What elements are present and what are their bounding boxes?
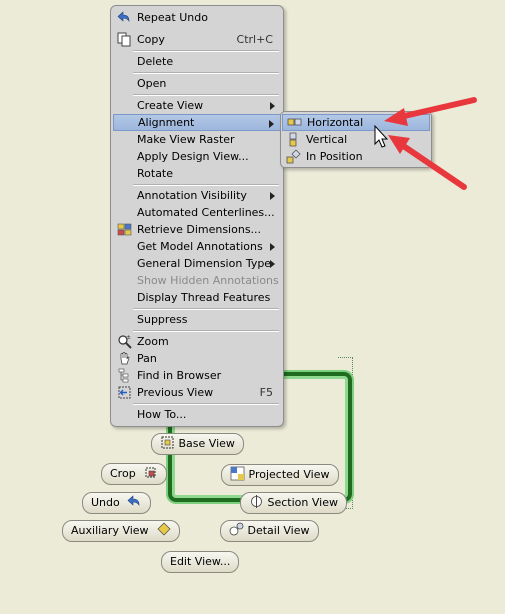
annotation-overlay [374,97,477,190]
red-arrow-upper [384,97,477,126]
mouse-cursor-icon [374,124,389,148]
red-arrow-lower [388,135,467,190]
